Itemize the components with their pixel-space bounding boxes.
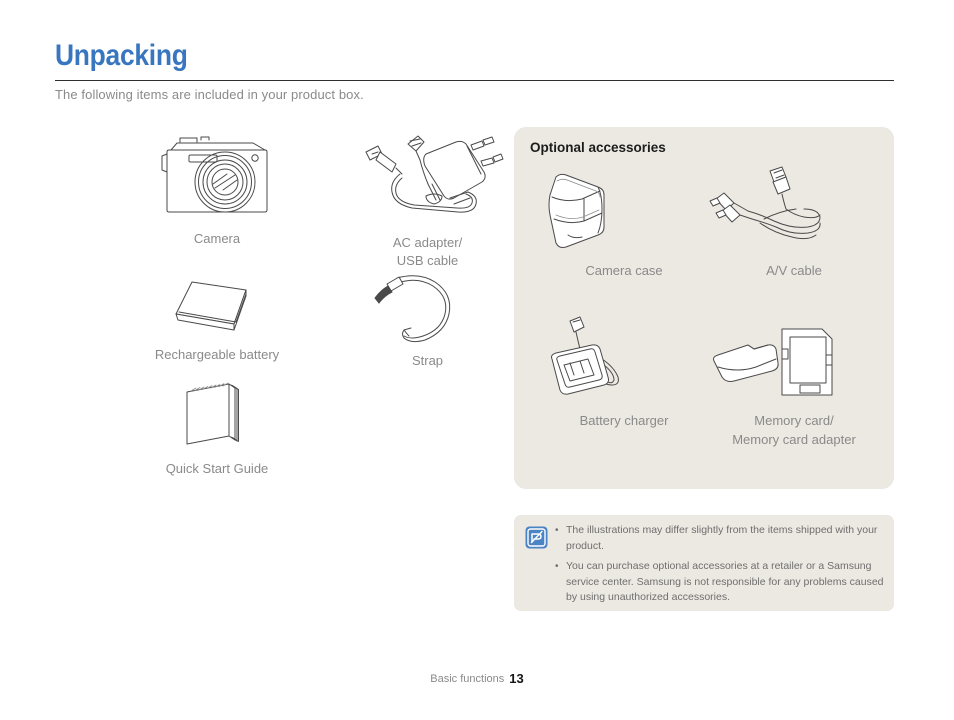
accessory-camera-case: Camera case	[526, 165, 722, 280]
strap-illustration	[373, 275, 450, 343]
accessory-battery-charger: Battery charger	[526, 315, 722, 430]
optional-accessories-panel: Optional accessories Camera case A/V cab…	[514, 127, 894, 489]
item-caption: Quick Start Guide	[165, 461, 269, 476]
optional-accessories-title: Optional accessories	[530, 140, 666, 155]
item-ac-adapter: AC adapter/ USB cable	[325, 128, 530, 270]
note-text: You can purchase optional accessories at…	[566, 560, 884, 603]
optional-accessories-grid: Camera case A/V cable Battery charger Me…	[514, 165, 894, 485]
note-list-item: • You can purchase optional accessories …	[554, 559, 884, 606]
bullet-glyph: •	[555, 561, 559, 572]
quick-start-guide-illustration	[186, 382, 239, 445]
item-caption: AC adapter/ USB cable	[392, 235, 463, 268]
note-list: • The illustrations may differ slightly …	[554, 523, 884, 611]
camera-case-illustration	[548, 173, 605, 248]
title-divider	[55, 80, 894, 81]
page-subtitle: The following items are included in your…	[55, 87, 364, 102]
item-quick-start-guide: Quick Start Guide	[97, 378, 337, 478]
ac-adapter-usb-cable-illustration	[365, 135, 504, 213]
included-items-group: Camera AC adapter/ USB cable Rechargeabl…	[55, 120, 504, 500]
item-strap: Strap	[325, 270, 530, 370]
item-caption: Strap	[411, 353, 444, 368]
battery-charger-illustration	[551, 316, 619, 395]
bullet-glyph: •	[555, 525, 559, 536]
note-list-item: • The illustrations may differ slightly …	[554, 523, 884, 554]
footer-page-number: 13	[509, 671, 524, 686]
document-page: Unpacking The following items are includ…	[0, 0, 954, 720]
page-footer: Basic functions 13	[0, 671, 954, 686]
note-text: The illustrations may differ slightly fr…	[566, 524, 878, 552]
memory-card-illustration	[713, 328, 833, 396]
accessory-memory-card: Memory card/ Memory card adapter	[704, 315, 884, 449]
note-box: • The illustrations may differ slightly …	[514, 515, 894, 611]
av-cable-illustration	[709, 166, 821, 240]
camera-illustration	[161, 136, 268, 213]
accessory-caption: Memory card/ Memory card adapter	[732, 413, 856, 447]
item-camera: Camera	[97, 128, 337, 248]
accessory-caption: A/V cable	[766, 263, 822, 278]
item-battery: Rechargeable battery	[97, 270, 337, 364]
accessory-av-cable: A/V cable	[704, 165, 884, 280]
note-pen-icon	[525, 526, 548, 549]
footer-section-label: Basic functions	[430, 673, 505, 685]
accessory-caption: Battery charger	[579, 413, 669, 428]
item-caption: Camera	[193, 231, 241, 246]
page-title: Unpacking	[55, 39, 188, 72]
accessory-caption: Camera case	[585, 263, 663, 278]
item-caption: Rechargeable battery	[154, 347, 280, 362]
battery-illustration	[175, 281, 247, 331]
